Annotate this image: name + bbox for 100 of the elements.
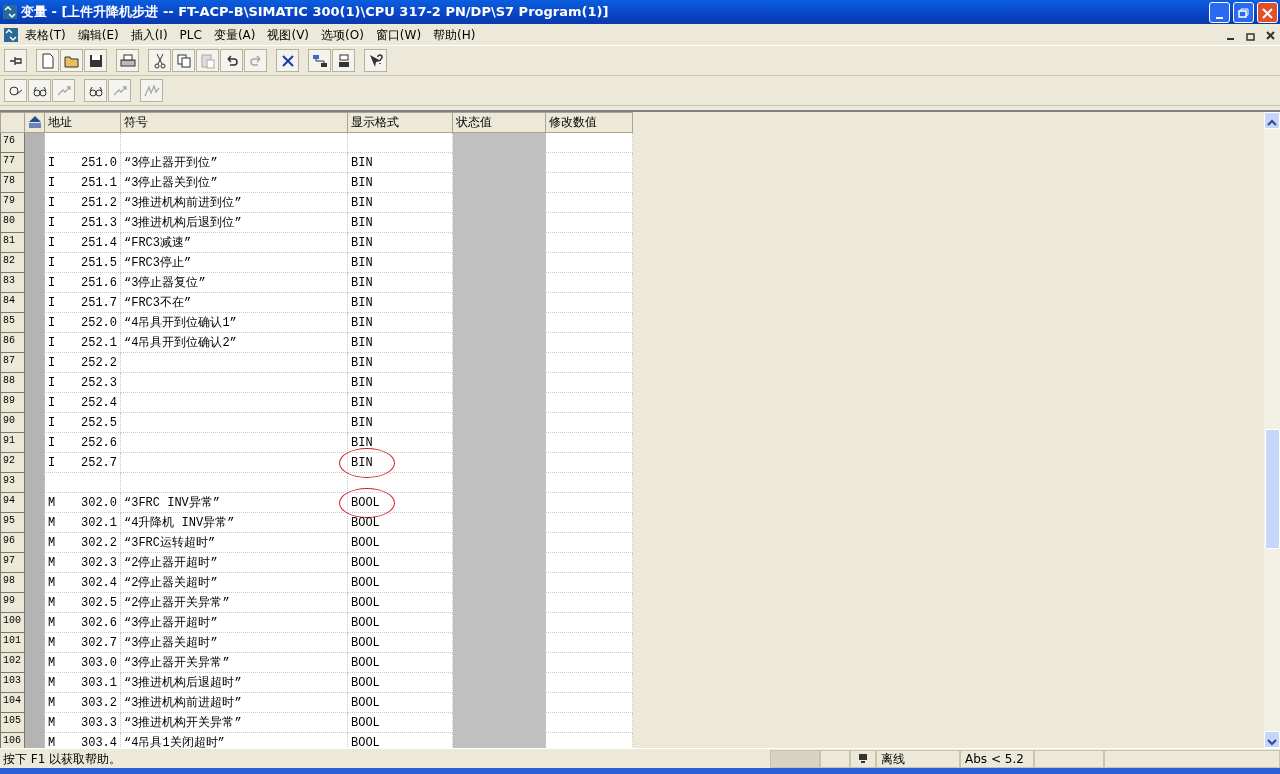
scroll-down-button[interactable] [1264, 731, 1280, 748]
address-cell-text: 252.6 [81, 434, 117, 452]
display-format-cell: BIN [351, 315, 373, 330]
menu-item[interactable]: 变量(A) [207, 24, 262, 45]
online-status: 离线 [881, 751, 905, 766]
open-button[interactable] [60, 49, 83, 72]
menu-item[interactable]: 插入(I) [124, 24, 174, 45]
copy-button[interactable] [172, 49, 195, 72]
column-header[interactable]: 地址 [44, 112, 121, 133]
operand-area: I [48, 333, 56, 352]
close-button[interactable] [1257, 1, 1278, 23]
document-icon [39, 52, 56, 69]
display-format-cell: BIN [351, 375, 373, 390]
operand-area: I [48, 153, 56, 172]
column-header[interactable]: 修改数值 [545, 112, 633, 133]
menu-item[interactable]: 表格(T) [19, 24, 72, 45]
column-header[interactable]: 状态值 [452, 112, 546, 133]
save-button[interactable] [84, 49, 107, 72]
address-cell-text: 302.6 [81, 614, 117, 632]
row-number[interactable]: 93 [0, 472, 25, 493]
row-number[interactable]: 91 [0, 432, 25, 453]
row-number[interactable]: 77 [0, 152, 25, 173]
operand-area: I [48, 233, 56, 252]
symbol-cell: “4吊具开到位确认2” [124, 335, 237, 350]
help-button[interactable] [364, 49, 387, 72]
table-sort-icon[interactable] [28, 115, 42, 130]
vertical-scrollbar[interactable] [1264, 112, 1280, 748]
row-number[interactable]: 90 [0, 412, 25, 433]
undo-button[interactable] [220, 49, 243, 72]
symbol-cell: “FRC3不在” [124, 295, 192, 310]
restore-button[interactable] [1233, 1, 1254, 23]
redo-arrow-icon [247, 52, 264, 69]
new-button[interactable] [36, 49, 59, 72]
display-format-cell: BOOL [351, 515, 380, 530]
row-number[interactable]: 105 [0, 712, 25, 733]
column-header[interactable]: 符号 [120, 112, 348, 133]
minimize-button[interactable] [1209, 1, 1230, 23]
menu-item[interactable]: 编辑(E) [71, 24, 125, 45]
operand-area: I [48, 213, 56, 232]
row-number[interactable]: 76 [0, 132, 25, 153]
delete-button[interactable] [276, 49, 299, 72]
row-number[interactable]: 101 [0, 632, 25, 653]
symbol-cell: “3推进机构后退超时” [124, 675, 242, 690]
display-format-cell: BOOL [351, 595, 380, 610]
row-number[interactable]: 92 [0, 452, 25, 473]
address-cell-text: 302.3 [81, 554, 117, 572]
row-number[interactable]: 104 [0, 692, 25, 713]
scroll-thumb[interactable] [1264, 429, 1280, 549]
menu-item[interactable]: 选项(O) [315, 24, 370, 45]
operand-area: I [48, 173, 56, 192]
row-number[interactable]: 95 [0, 512, 25, 533]
operand-area: I [48, 373, 56, 392]
row-number[interactable]: 87 [0, 352, 25, 373]
operand-area: I [48, 393, 56, 412]
row-number[interactable]: 85 [0, 312, 25, 333]
clipboard-icon [199, 52, 216, 69]
address-cell-text: 303.4 [81, 734, 117, 748]
row-number[interactable]: 96 [0, 532, 25, 553]
address-cell-text: 252.4 [81, 394, 117, 412]
row-number[interactable]: 102 [0, 652, 25, 673]
row-number[interactable]: 82 [0, 252, 25, 273]
menu-item[interactable]: PLC [173, 24, 208, 45]
row-number[interactable]: 81 [0, 232, 25, 253]
row-number[interactable]: 97 [0, 552, 25, 573]
cut-button[interactable] [148, 49, 171, 72]
menu-item[interactable]: 视图(V) [261, 24, 316, 45]
print-button[interactable] [116, 49, 139, 72]
row-number[interactable]: 80 [0, 212, 25, 233]
station-button[interactable] [332, 49, 355, 72]
display-format-cell: BOOL [351, 575, 380, 590]
row-number[interactable]: 98 [0, 572, 25, 593]
column-header[interactable]: 显示格式 [347, 112, 453, 133]
row-number[interactable]: 94 [0, 492, 25, 513]
row-number[interactable]: 78 [0, 172, 25, 193]
operand-area: M [48, 573, 56, 592]
display-format-cell: BIN [351, 295, 373, 310]
app-icon [3, 26, 19, 43]
display-format-cell: BOOL [351, 615, 380, 630]
row-number[interactable]: 99 [0, 592, 25, 613]
display-format-cell: BOOL [351, 555, 380, 570]
operand-area: I [48, 193, 56, 212]
scroll-up-button[interactable] [1264, 112, 1280, 129]
row-number[interactable]: 100 [0, 612, 25, 633]
pin-button[interactable] [4, 49, 27, 72]
row-number[interactable]: 83 [0, 272, 25, 293]
menu-item[interactable]: 窗口(W) [369, 24, 428, 45]
address-cell-text: 302.7 [81, 634, 117, 652]
glasses-button[interactable] [28, 79, 51, 102]
network-button[interactable] [308, 49, 331, 72]
menu-item[interactable]: 帮助(H) [427, 24, 482, 45]
row-number[interactable]: 88 [0, 372, 25, 393]
row-number[interactable]: 79 [0, 192, 25, 213]
delete-x-icon [279, 52, 296, 69]
glasses-button[interactable] [84, 79, 107, 102]
row-number[interactable]: 103 [0, 672, 25, 693]
row-number[interactable]: 89 [0, 392, 25, 413]
row-number[interactable]: 84 [0, 292, 25, 313]
symbol-cell: “3推进机构前进到位” [124, 195, 242, 210]
monitor-button[interactable] [4, 79, 27, 102]
row-number[interactable]: 86 [0, 332, 25, 353]
